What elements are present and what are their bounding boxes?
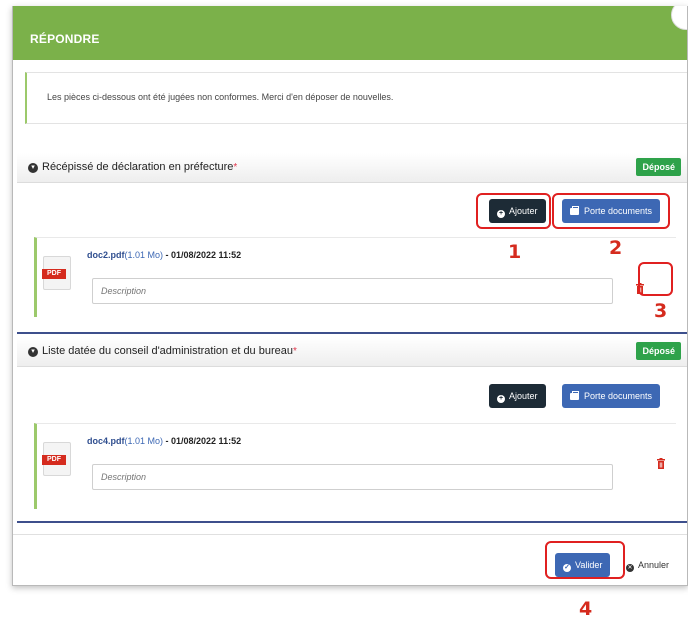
- modal-title: RÉPONDRE: [30, 32, 100, 46]
- section-title: Récépissé de déclaration en préfecture*: [42, 161, 238, 173]
- file-date: 01/08/2022 11:52: [171, 436, 242, 446]
- file-name-link[interactable]: doc2.pdf: [87, 250, 125, 260]
- section-liste-conseil: ▾ Liste datée du conseil d'administratio…: [17, 337, 687, 527]
- file-date: 01/08/2022 11:52: [171, 250, 242, 260]
- annotation-number-2: 2: [609, 237, 623, 259]
- cancel-button[interactable]: ✕ Annuler: [626, 553, 669, 577]
- notice-text: Les pièces ci-dessous ont été jugées non…: [47, 92, 394, 102]
- briefcase-icon: [570, 391, 579, 400]
- callout-add-button: [476, 193, 551, 229]
- pdf-file-icon: PDF: [42, 256, 71, 290]
- section-header[interactable]: ▾ Liste datée du conseil d'administratio…: [17, 337, 687, 367]
- document-row: PDF doc4.pdf(1.01 Mo) - 01/08/2022 11:52: [34, 423, 676, 509]
- callout-folder-button: [552, 193, 670, 229]
- section-title: Liste datée du conseil d'administration …: [42, 345, 297, 357]
- footer-divider: [13, 534, 687, 535]
- section-divider: [17, 521, 687, 523]
- modal-header: RÉPONDRE: [13, 6, 687, 60]
- file-info: doc4.pdf(1.01 Mo) - 01/08/2022 11:52: [87, 436, 242, 446]
- callout-trash-icon: [638, 262, 673, 296]
- file-info: doc2.pdf(1.01 Mo) - 01/08/2022 11:52: [87, 250, 242, 260]
- close-circle-icon: ✕: [626, 564, 634, 572]
- annotation-number-1: 1: [508, 241, 522, 263]
- status-badge: Déposé: [636, 342, 681, 360]
- document-row: PDF doc2.pdf(1.01 Mo) - 01/08/2022 11:52: [34, 237, 676, 317]
- annotation-number-4: 4: [579, 598, 593, 620]
- pdf-file-icon: PDF: [42, 442, 71, 476]
- document-folder-button[interactable]: Porte documents: [562, 384, 661, 408]
- annotation-number-3: 3: [654, 300, 668, 322]
- section-divider: [17, 332, 687, 334]
- trash-icon[interactable]: [656, 458, 666, 469]
- notice-box: Les pièces ci-dessous ont été jugées non…: [25, 72, 687, 124]
- description-input[interactable]: [92, 464, 613, 490]
- respond-modal: RÉPONDRE Les pièces ci-dessous ont été j…: [12, 6, 688, 586]
- section-header[interactable]: ▾ Récépissé de déclaration en préfecture…: [17, 153, 687, 183]
- file-name-link[interactable]: doc4.pdf: [87, 436, 125, 446]
- chevron-down-icon: ▾: [28, 163, 38, 173]
- status-badge: Déposé: [636, 158, 681, 176]
- description-input[interactable]: [92, 278, 613, 304]
- add-button[interactable]: + Ajouter: [489, 384, 546, 408]
- close-circle-icon[interactable]: [671, 6, 687, 30]
- chevron-down-icon: ▾: [28, 347, 38, 357]
- callout-validate-button: [545, 541, 625, 579]
- plus-circle-icon: +: [497, 395, 505, 403]
